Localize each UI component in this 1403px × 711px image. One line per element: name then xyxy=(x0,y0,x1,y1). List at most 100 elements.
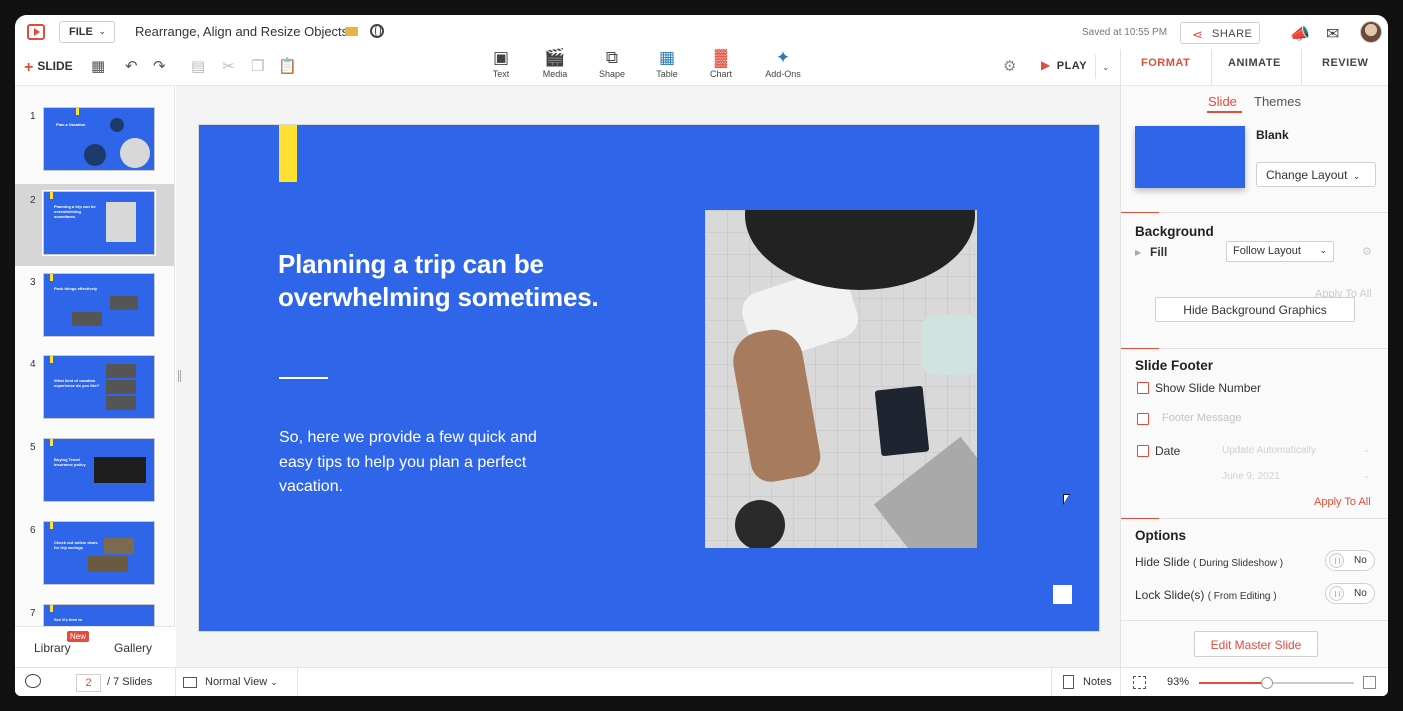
gallery-button[interactable]: Gallery xyxy=(114,641,152,655)
chat-icon[interactable] xyxy=(25,674,41,688)
globe-icon[interactable] xyxy=(370,24,384,38)
subtab-themes[interactable]: Themes xyxy=(1254,94,1301,109)
hide-slide-toggle[interactable]: No xyxy=(1325,550,1375,571)
slide-thumbnail-5[interactable]: 5 Buying Travel Insurance policy xyxy=(15,431,174,513)
thumbnail-photo xyxy=(106,202,136,242)
document-title[interactable]: Rearrange, Align and Resize Objects xyxy=(135,24,348,39)
share-button[interactable]: ⋖ SHARE xyxy=(1180,22,1260,44)
fit-to-screen-icon[interactable] xyxy=(1133,676,1146,689)
insert-addons-button[interactable]: ✦ Add-Ons xyxy=(758,47,808,79)
change-layout-button[interactable]: Change Layout ⌄ xyxy=(1256,162,1376,187)
date-value-select[interactable]: June 9, 2021 ⌄ xyxy=(1222,471,1370,482)
tab-animate[interactable]: ANIMATE xyxy=(1228,57,1281,69)
notes-icon[interactable] xyxy=(1063,675,1074,689)
tab-review[interactable]: REVIEW xyxy=(1322,57,1368,69)
zoom-slider-handle[interactable] xyxy=(1261,677,1274,689)
footer-apply-all-link[interactable]: Apply To All xyxy=(1314,496,1371,508)
footer-message-checkbox[interactable] xyxy=(1137,413,1149,425)
thumbnail-title: What kind of vacation experience do you … xyxy=(54,378,100,388)
megaphone-icon[interactable]: 📣 xyxy=(1290,24,1310,44)
slide-thumbnail-6[interactable]: 6 Check out online deals for trip saving… xyxy=(15,514,174,596)
status-divider xyxy=(175,668,176,696)
tab-divider xyxy=(1211,49,1212,85)
insert-text-button[interactable]: ▣ Text xyxy=(476,47,526,79)
slide-travel-photo[interactable] xyxy=(705,210,977,548)
subtab-slide[interactable]: Slide xyxy=(1208,94,1237,109)
tab-format[interactable]: FORMAT xyxy=(1141,57,1190,69)
slide-show-logo-icon[interactable] xyxy=(27,24,45,40)
zoom-slider-fill xyxy=(1199,682,1268,684)
slide-thumbnail-panel[interactable]: 1 Plan a Vacation 2 Planning a trip can … xyxy=(15,85,175,667)
slide-thumbnail-4[interactable]: 4 What kind of vacation experience do yo… xyxy=(15,348,174,430)
insert-table-button[interactable]: ▦ Table xyxy=(642,47,692,79)
slide-body-text[interactable]: So, here we provide a few quick and easy… xyxy=(279,426,549,500)
play-button[interactable]: ▶ PLAY xyxy=(1041,58,1087,72)
expand-triangle-icon[interactable]: ▶ xyxy=(1135,248,1141,257)
view-mode-select[interactable]: Normal View ⌄ xyxy=(205,676,278,688)
slide-thumbnail-3[interactable]: 3 Pack things effectively xyxy=(15,266,174,348)
hide-background-graphics-button[interactable]: Hide Background Graphics xyxy=(1155,297,1355,322)
thumbnail-photo xyxy=(72,312,102,326)
redo-icon[interactable]: ↷ xyxy=(153,57,166,75)
slide-title[interactable]: Planning a trip can be overwhelming some… xyxy=(278,248,608,314)
slide-divider-line[interactable] xyxy=(279,377,328,379)
show-slide-number-checkbox[interactable] xyxy=(1137,382,1149,394)
play-label: PLAY xyxy=(1056,60,1088,72)
thumbnail-title: See it's time to xyxy=(54,617,83,622)
table-icon: ▦ xyxy=(658,48,676,67)
current-page-input[interactable]: 2 xyxy=(76,674,101,692)
slide-number-placeholder[interactable] xyxy=(1053,585,1072,604)
panel-resize-handle[interactable] xyxy=(178,370,181,382)
play-options-chevron-icon[interactable]: ⌄ xyxy=(1102,62,1110,73)
status-divider xyxy=(297,668,298,696)
thumbnail-photo xyxy=(106,380,136,394)
library-button[interactable]: Library xyxy=(34,641,71,655)
zoom-slider[interactable] xyxy=(1199,677,1354,689)
mail-icon[interactable]: ✉ xyxy=(1326,24,1339,44)
thumbnail-photo xyxy=(110,296,138,310)
thumbnail-preview: Plan a Vacation xyxy=(42,106,156,172)
lock-slide-toggle[interactable]: No xyxy=(1325,583,1375,604)
main-toolbar: + SLIDE ▦ ↶ ↷ ▤ ✂ ❐ 📋 ▣ Text 🎬 Media ⧉ Shape… xyxy=(15,47,1120,85)
chart-icon: ▓ xyxy=(714,48,728,67)
slide-count: / 7 Slides xyxy=(107,676,153,688)
section-divider xyxy=(1121,348,1388,349)
thumbnail-photo xyxy=(120,138,150,168)
date-checkbox[interactable] xyxy=(1137,445,1149,457)
file-menu-button[interactable]: FILE ⌄ xyxy=(59,21,115,43)
slide-accent-bar[interactable] xyxy=(279,125,297,182)
insert-shape-button[interactable]: ⧉ Shape xyxy=(587,47,637,79)
date-mode-select[interactable]: Update Automatically ⌄ xyxy=(1222,445,1370,456)
fill-settings-icon[interactable]: ⚙ xyxy=(1362,245,1372,258)
fill-value: Follow Layout xyxy=(1233,245,1301,257)
format-painter-icon[interactable]: ▤ xyxy=(191,57,205,75)
slide-thumbnail-1[interactable]: 1 Plan a Vacation xyxy=(15,100,174,182)
thumbnail-photo xyxy=(84,144,106,166)
current-slide[interactable]: Planning a trip can be overwhelming some… xyxy=(198,124,1100,632)
thumbnail-photo xyxy=(106,364,136,378)
photo-passport xyxy=(874,385,930,457)
fullscreen-icon[interactable] xyxy=(1363,676,1376,689)
paste-icon[interactable]: 📋 xyxy=(278,57,297,75)
insert-media-button[interactable]: 🎬 Media xyxy=(530,47,580,79)
settings-gear-icon[interactable]: ⚙ xyxy=(1003,57,1016,75)
avatar[interactable] xyxy=(1360,21,1382,43)
new-badge: New xyxy=(67,631,90,642)
undo-icon[interactable]: ↶ xyxy=(125,57,138,75)
layout-preview[interactable] xyxy=(1135,126,1245,188)
thumbnail-photo xyxy=(106,396,136,410)
text-box-icon: ▣ xyxy=(492,48,510,67)
layout-icon[interactable]: ▦ xyxy=(91,57,105,75)
status-divider xyxy=(1120,668,1121,696)
footer-message-field[interactable]: Footer Message xyxy=(1162,412,1241,424)
fill-select[interactable]: Follow Layout ⌄ xyxy=(1226,241,1334,262)
cut-icon[interactable]: ✂ xyxy=(222,57,235,75)
folder-icon[interactable] xyxy=(345,27,358,36)
notes-button[interactable]: Notes xyxy=(1083,676,1112,688)
edit-master-slide-button[interactable]: Edit Master Slide xyxy=(1194,631,1318,657)
copy-icon[interactable]: ❐ xyxy=(251,57,264,75)
insert-chart-button[interactable]: ▓ Chart xyxy=(696,47,746,79)
add-slide-button[interactable]: + SLIDE xyxy=(24,59,73,77)
slide-canvas[interactable]: Planning a trip can be overwhelming some… xyxy=(176,85,1120,667)
slide-thumbnail-2[interactable]: 2 Planning a trip can be overwhelming so… xyxy=(15,184,174,266)
